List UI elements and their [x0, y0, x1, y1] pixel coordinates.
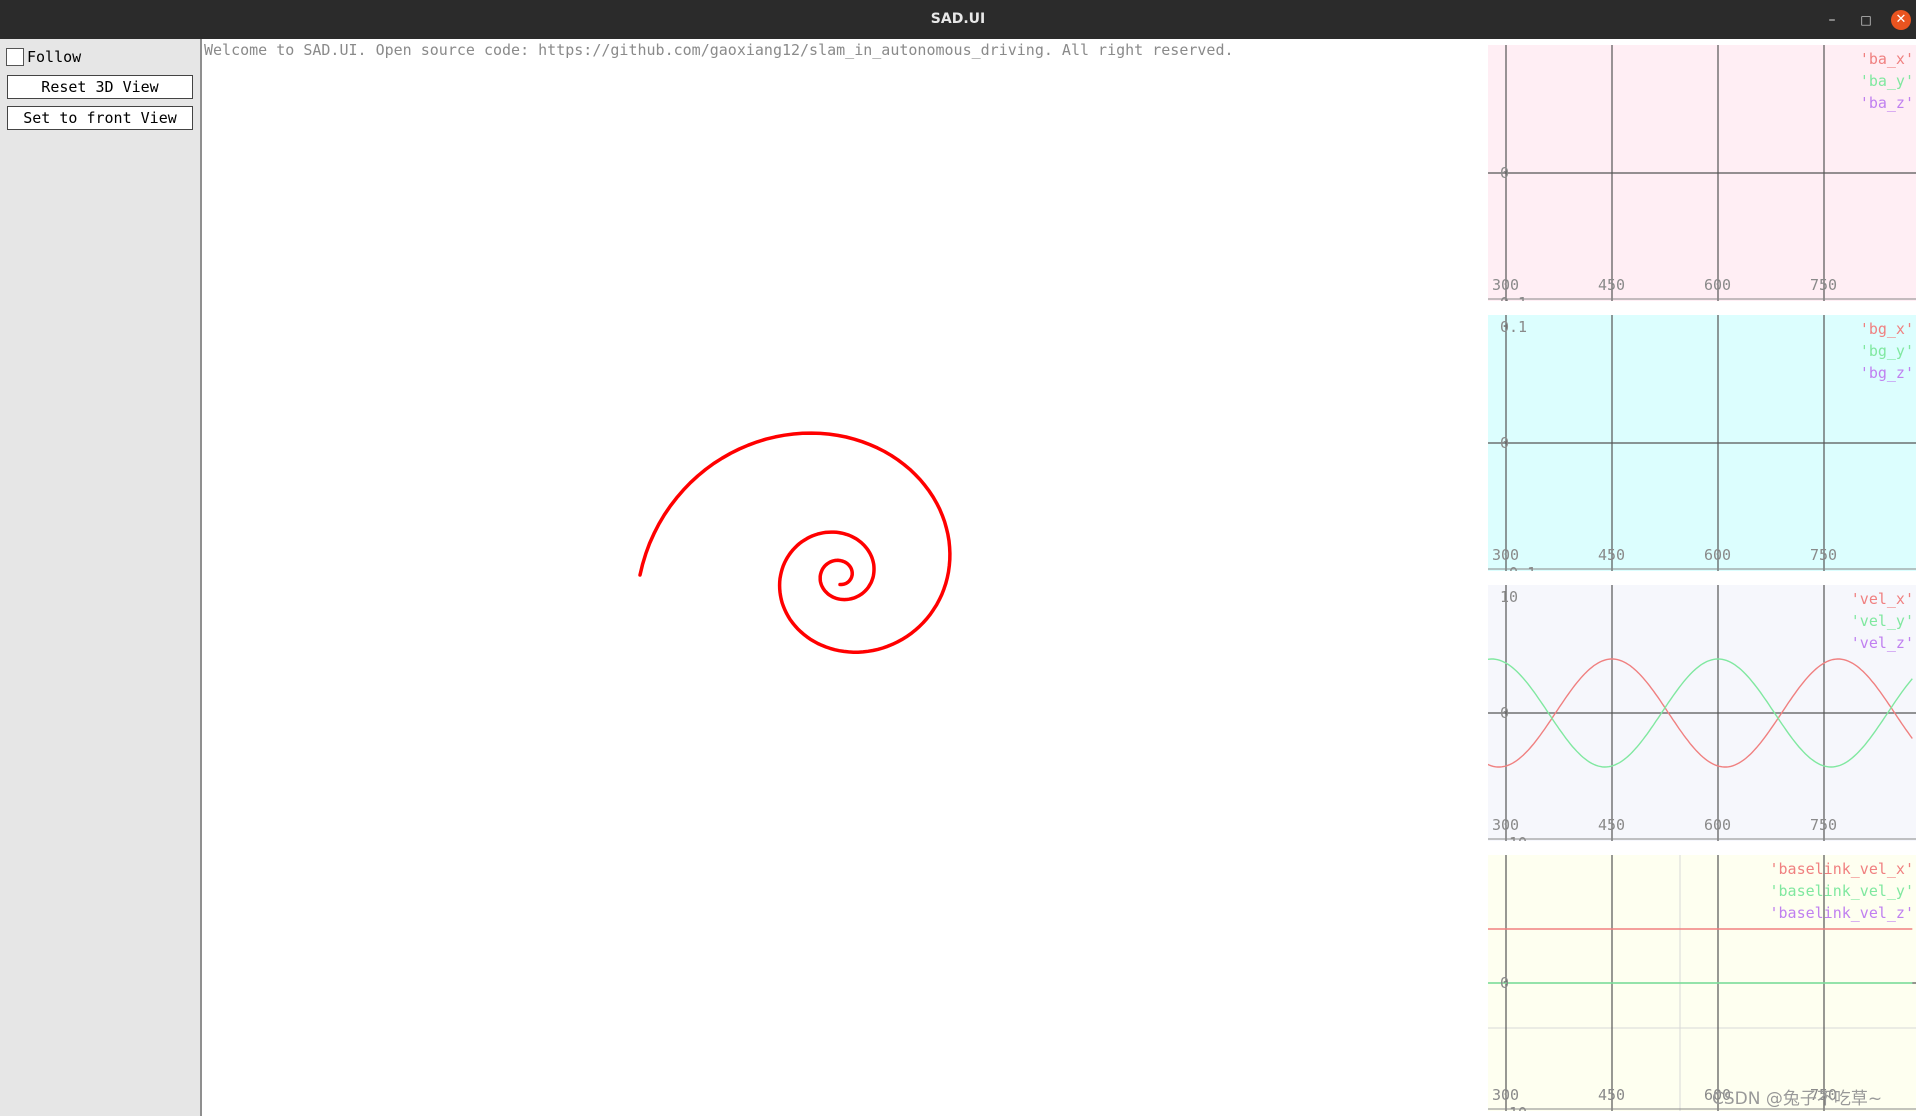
y-max-label: 10 — [1500, 588, 1518, 606]
plot-baselink-vel-canvas: 3004506007500-10'baselink_vel_x''baselin… — [1488, 855, 1916, 1111]
legend-entry: 'baselink_vel_z' — [1770, 904, 1915, 922]
legend-entry: 'vel_x' — [1851, 590, 1914, 608]
plot-ba[interactable]: 300 450 600 750 0 0.1 'ba_x' 'ba_y' 'ba_z' — [1488, 45, 1916, 301]
plot-ba-canvas: 300 450 600 750 0 0.1 'ba_x' 'ba_y' 'ba_z' — [1488, 45, 1916, 301]
welcome-text: Welcome to SAD.UI. Open source code: htt… — [204, 41, 1234, 59]
plot-vel[interactable]: 300 450 600 750 0 10 -10 'vel_x' 'vel_y' 'vel_z' — [1488, 585, 1916, 841]
legend-entry: 'bg_x' — [1860, 320, 1914, 338]
watermark: CSDN @兔子不吃草~ — [1712, 1089, 1883, 1109]
legend-entry: 'ba_z' — [1860, 94, 1914, 112]
y-min-label: -10 — [1500, 1104, 1527, 1111]
x-tick-label: 450 — [1598, 276, 1625, 294]
reset-3d-view-button[interactable]: Reset 3D View — [7, 75, 193, 99]
x-tick-label: 450 — [1598, 1086, 1625, 1104]
set-front-view-button[interactable]: Set to front View — [7, 106, 193, 130]
legend-entry: 'vel_y' — [1851, 612, 1914, 630]
x-tick-label: 750 — [1810, 276, 1837, 294]
x-tick-label: 450 — [1598, 546, 1625, 564]
legend-entry: 'bg_y' — [1860, 342, 1914, 360]
y-tick-label: 0 — [1500, 704, 1509, 722]
control-panel: Follow Reset 3D View Set to front View — [0, 39, 202, 1116]
y-tick-label: 0 — [1500, 434, 1509, 452]
x-tick-label: 600 — [1704, 276, 1731, 294]
x-tick-label: 300 — [1492, 816, 1519, 834]
plot-bg[interactable]: 300 450 600 750 0 0.1 -0.1 'bg_x' 'bg_y' 'bg_z' — [1488, 315, 1916, 571]
x-tick-label: 300 — [1492, 546, 1519, 564]
checkbox-box[interactable] — [6, 48, 24, 66]
y-min-label: -0.1 — [1500, 564, 1536, 571]
y-max-label: 0.1 — [1500, 318, 1527, 336]
x-tick-label: 450 — [1598, 816, 1625, 834]
x-tick-label: 750 — [1810, 816, 1837, 834]
legend-entry: 'ba_x' — [1860, 50, 1914, 68]
x-tick-label: 600 — [1704, 546, 1731, 564]
plot-vel-canvas: 300 450 600 750 0 10 -10 'vel_x' 'vel_y' 'vel_z' — [1488, 585, 1916, 841]
x-tick-label: 600 — [1704, 816, 1731, 834]
plot-bg-canvas: 300 450 600 750 0 0.1 -0.1 'bg_x' 'bg_y' 'bg_z' — [1488, 315, 1916, 571]
follow-checkbox[interactable]: Follow — [6, 47, 81, 67]
plot-baselink-vel[interactable]: 3004506007500-10'baselink_vel_x''baselin… — [1488, 855, 1916, 1111]
follow-label: Follow — [27, 48, 82, 66]
trajectory-path — [638, 431, 952, 654]
legend-entry: 'baselink_vel_y' — [1770, 882, 1915, 900]
y-tick-label: 0 — [1500, 974, 1509, 992]
legend-entry: 'ba_y' — [1860, 72, 1914, 90]
legend-entry: 'baselink_vel_x' — [1770, 860, 1915, 878]
legend-entry: 'bg_z' — [1860, 364, 1914, 382]
x-tick-label: 750 — [1810, 546, 1837, 564]
y-min-label: 0.1 — [1500, 294, 1527, 301]
x-tick-label: 300 — [1492, 1086, 1519, 1104]
x-tick-label: 300 — [1492, 276, 1519, 294]
y-min-label: -10 — [1500, 834, 1527, 841]
y-tick-label: 0 — [1500, 164, 1509, 182]
legend-entry: 'vel_z' — [1851, 634, 1914, 652]
